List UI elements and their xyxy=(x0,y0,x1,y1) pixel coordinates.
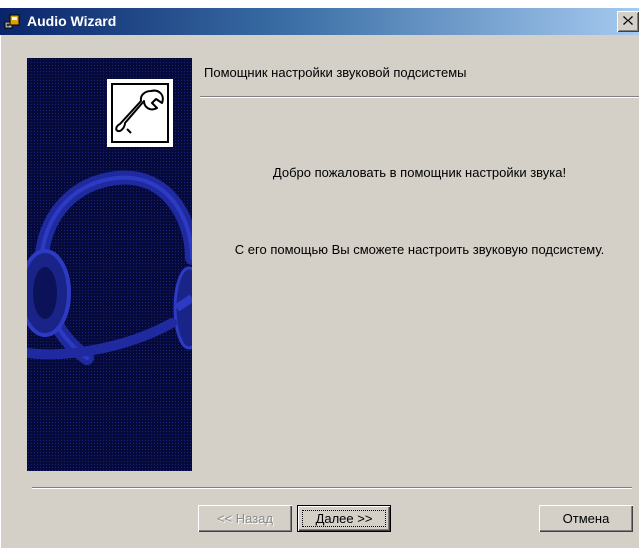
next-button-label: Далее >> xyxy=(315,511,373,526)
cancel-button-label: Отмена xyxy=(562,511,610,526)
close-button[interactable] xyxy=(617,11,639,32)
close-icon xyxy=(623,16,633,25)
footer-divider xyxy=(32,487,632,489)
wizard-banner xyxy=(27,58,192,471)
window-title: Audio Wizard xyxy=(27,13,117,29)
back-button-label: << Назад xyxy=(216,511,274,526)
wizard-header-title: Помощник настройки звуковой подсистемы xyxy=(204,65,467,80)
cancel-button[interactable]: Отмена xyxy=(539,505,633,532)
title-bar[interactable]: Audio Wizard xyxy=(0,8,639,35)
audio-wizard-icon xyxy=(4,13,21,30)
wrench-icon xyxy=(115,89,164,134)
description-text: С его помощью Вы сможете настроить звуко… xyxy=(234,242,605,257)
next-button[interactable]: Далее >> xyxy=(297,505,391,532)
wrench-badge xyxy=(107,79,173,147)
welcome-text: Добро пожаловать в помощник настройки зв… xyxy=(272,165,567,180)
back-button[interactable]: << Назад xyxy=(198,505,292,532)
header-divider xyxy=(200,96,639,98)
